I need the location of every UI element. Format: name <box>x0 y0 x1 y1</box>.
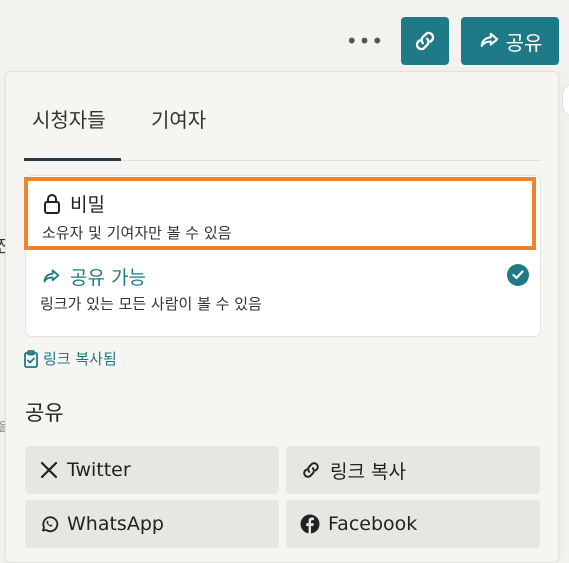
x-logo-icon <box>40 461 58 479</box>
link-copied-label: 링크 복사됨 <box>43 350 117 368</box>
private-title: 비밀 <box>70 194 105 216</box>
check-icon <box>507 264 529 286</box>
share-arrow-icon <box>43 269 60 282</box>
shareable-description: 링크가 있는 모든 사람이 볼 수 있음 <box>40 295 262 313</box>
share-arrow-icon <box>480 32 498 47</box>
facebook-label: Facebook <box>328 513 418 535</box>
tab-viewers[interactable]: 시청자들 <box>32 104 106 133</box>
link-icon <box>415 31 435 51</box>
whatsapp-icon <box>42 516 59 533</box>
visibility-options: 비밀 소유자 및 기여자만 볼 수 있음 공유 가능 링크가 있는 모든 사람이… <box>24 175 541 337</box>
share-whatsapp-button[interactable]: WhatsApp <box>25 500 279 548</box>
whatsapp-label: WhatsApp <box>67 513 164 535</box>
side-handle <box>562 84 569 116</box>
shareable-title: 공유 가능 <box>70 267 146 289</box>
lock-icon <box>44 193 60 214</box>
share-facebook-button[interactable]: Facebook <box>286 500 540 548</box>
link-icon <box>303 462 319 478</box>
share-popover: 시청자들 기여자 비밀 소유자 및 기여자만 볼 수 있음 공유 가능 링크가 … <box>5 71 559 563</box>
clipboard-check-icon <box>24 349 38 368</box>
share-button[interactable]: 공유 <box>461 17 559 65</box>
tab-divider <box>121 160 541 161</box>
tab-contributors[interactable]: 기여자 <box>151 104 206 133</box>
more-options-button[interactable]: ••• <box>346 28 383 54</box>
copy-link-button[interactable] <box>401 17 449 65</box>
private-description: 소유자 및 기여자만 볼 수 있음 <box>42 224 232 242</box>
facebook-icon <box>300 514 320 534</box>
visibility-option-private[interactable]: 비밀 소유자 및 기여자만 볼 수 있음 <box>24 177 536 250</box>
twitter-label: Twitter <box>67 459 131 481</box>
visibility-option-shareable[interactable]: 공유 가능 링크가 있는 모든 사람이 볼 수 있음 <box>26 258 540 333</box>
share-button-label: 공유 <box>505 30 543 55</box>
more-label: ••• <box>345 29 385 53</box>
copy-link-label: 링크 복사 <box>330 460 406 483</box>
copy-link-share-button[interactable]: 링크 복사 <box>286 446 540 494</box>
active-tab-indicator <box>24 158 121 161</box>
link-copied-status: 링크 복사됨 <box>24 348 117 369</box>
share-section-heading: 공유 <box>25 401 64 425</box>
share-twitter-button[interactable]: Twitter <box>25 446 279 494</box>
